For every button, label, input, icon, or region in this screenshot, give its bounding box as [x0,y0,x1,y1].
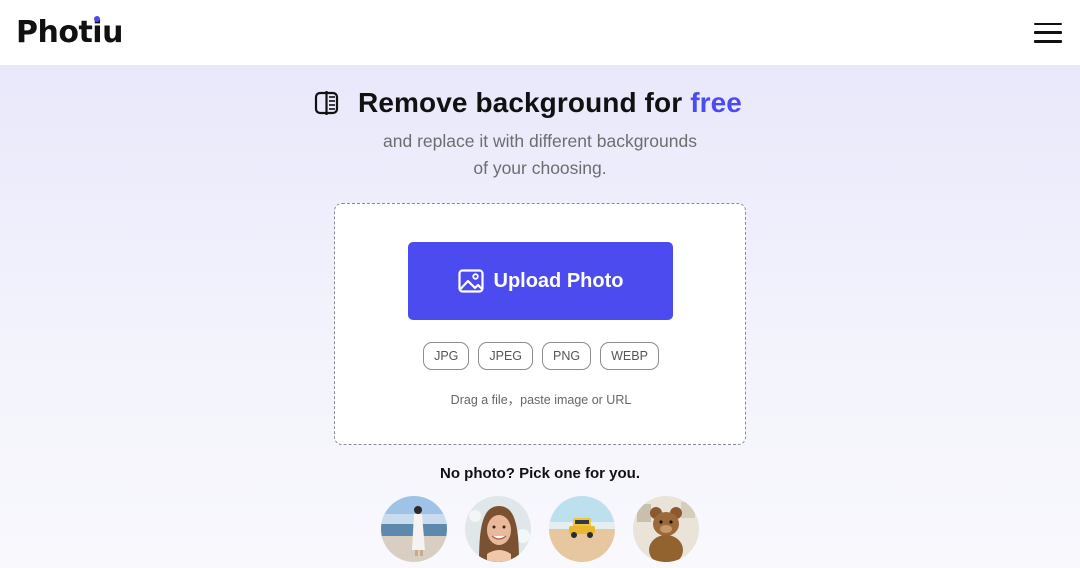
subtitle-line-2: of your choosing. [473,158,607,178]
drag-hint-text: Drag a file，paste image or URL [450,393,632,407]
top-header: Phot i u [0,0,1080,65]
compare-split-icon [314,91,339,115]
image-icon [457,269,484,293]
subtitle-line-1: and replace it with different background… [383,131,697,151]
supported-formats: JPG JPEG PNG WEBP [335,342,747,370]
main-section: Remove background for free and replace it… [0,65,1080,568]
sample-prompt: No photo? Pick one for you. [440,465,640,482]
logo-text-prefix: Phot [16,15,93,50]
logo-i: i [92,15,103,50]
photiu-logo[interactable]: Phot i u [16,15,123,50]
format-badge-jpg: JPG [423,342,470,370]
logo-text-suffix: u [102,15,123,50]
page-title: Remove background for free [358,87,742,119]
hamburger-menu-icon[interactable] [1034,22,1062,43]
sample-teddy-bear[interactable] [633,496,699,562]
title-accent-free: free [690,87,742,118]
title-main: Remove background for [358,87,683,118]
format-badge-png: PNG [542,342,592,370]
sample-images [381,496,699,562]
format-badge-jpeg: JPEG [478,342,534,370]
sample-car-on-beach[interactable] [549,496,615,562]
format-badge-webp: WEBP [600,342,659,370]
sample-smiling-woman-portrait[interactable] [465,496,531,562]
sample-woman-at-beach[interactable] [381,496,447,562]
upload-photo-button[interactable]: Upload Photo [408,242,673,320]
upload-dropzone[interactable]: Upload Photo JPG JPEG PNG WEBP Drag a fi… [334,203,746,445]
upload-photo-label: Upload Photo [493,269,624,292]
hero-title-row: Remove background for free [0,87,1080,119]
